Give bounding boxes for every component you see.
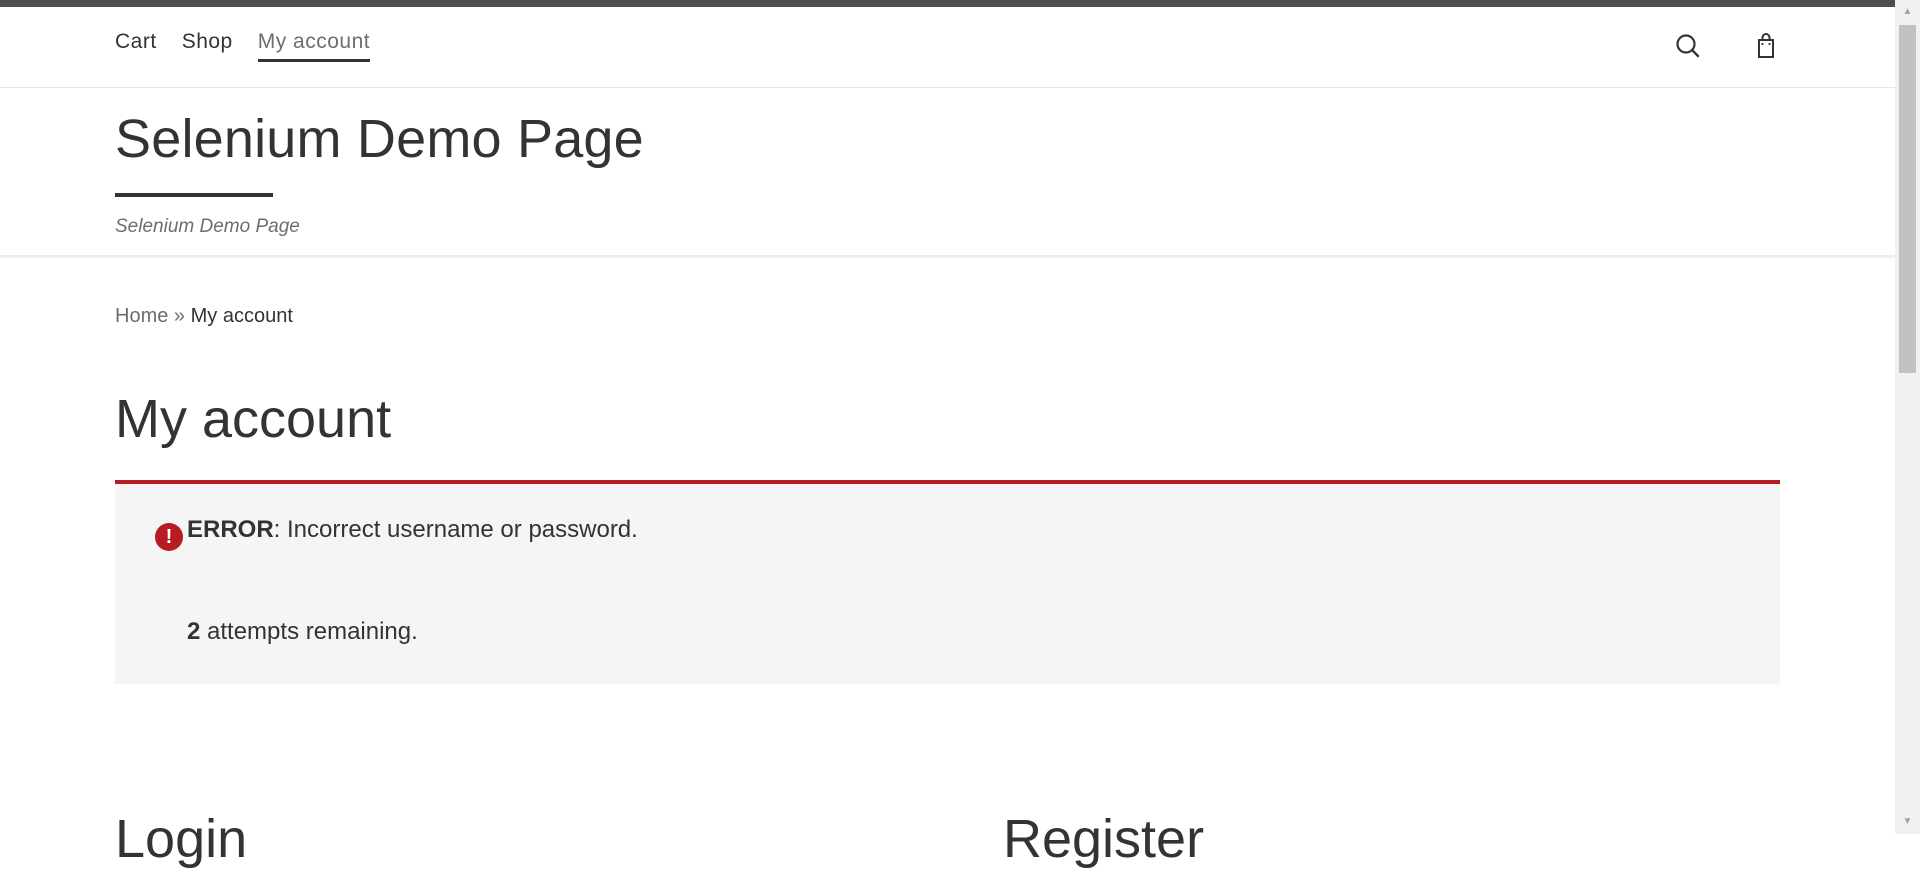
breadcrumb-current: My account <box>190 305 293 327</box>
header-icons <box>1670 32 1780 62</box>
site-description: Selenium Demo Page <box>115 216 300 237</box>
register-heading: Register <box>1003 809 1205 869</box>
error-message: ERROR: Incorrect username or password. <box>187 516 638 544</box>
vertical-scrollbar[interactable]: ▲ ▼ <box>1895 0 1920 834</box>
attempts-remaining: 2 attempts remaining. <box>187 618 418 646</box>
branding-divider <box>0 255 1895 257</box>
primary-navigation: Cart Shop My account <box>115 30 395 62</box>
scroll-up-arrow-icon[interactable]: ▲ <box>1895 2 1920 22</box>
breadcrumb-separator: » <box>168 305 191 327</box>
breadcrumb-home-link[interactable]: Home <box>115 305 168 327</box>
header-divider <box>0 87 1895 88</box>
search-icon[interactable] <box>1674 32 1702 60</box>
breadcrumb: Home » My account <box>115 305 293 328</box>
attempts-count: 2 <box>187 618 201 645</box>
site-title[interactable]: Selenium Demo Page <box>115 108 644 170</box>
scroll-down-arrow-icon[interactable]: ▼ <box>1895 812 1920 832</box>
attempts-text: attempts remaining. <box>200 618 418 645</box>
top-strip <box>0 0 1895 7</box>
exclamation-circle-icon: ! <box>155 523 183 551</box>
nav-item-my-account[interactable]: My account <box>257 30 371 62</box>
nav-item-shop[interactable]: Shop <box>182 30 233 62</box>
error-text: : Incorrect username or password. <box>273 516 638 543</box>
nav-item-cart[interactable]: Cart <box>115 30 157 62</box>
login-heading: Login <box>115 809 248 869</box>
scrollbar-thumb[interactable] <box>1899 25 1916 373</box>
error-label: ERROR <box>187 516 274 543</box>
shopping-bag-icon[interactable] <box>1752 32 1780 60</box>
error-notice: ! ERROR: Incorrect username or password.… <box>115 480 1780 684</box>
page-title: My account <box>115 389 392 449</box>
site-title-underline <box>115 193 273 197</box>
